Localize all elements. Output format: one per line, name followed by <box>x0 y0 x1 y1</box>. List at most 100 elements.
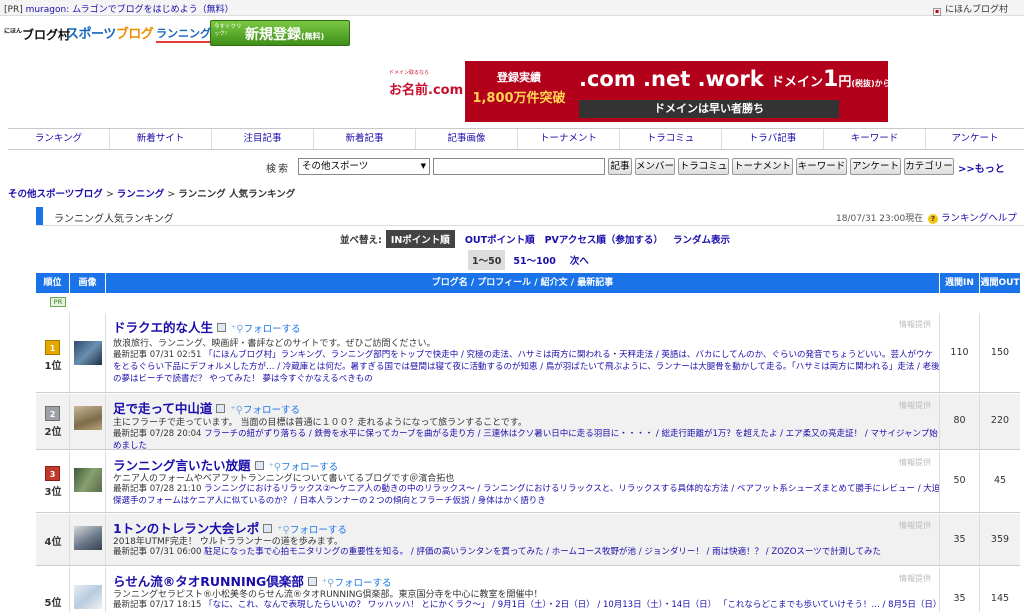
search-tracommu-button[interactable]: トラコミュ <box>678 158 729 175</box>
nav-keyword[interactable]: キーワード <box>824 129 926 149</box>
running-category-logo[interactable]: ランニング <box>156 25 211 43</box>
image-cell <box>70 313 106 392</box>
profile-icon[interactable] <box>254 461 264 470</box>
ad-domain-word: ドメイン <box>771 75 824 90</box>
pr-text[interactable]: muragon: ムラゴンでブログをはじめよう（無料） <box>26 5 234 15</box>
register-label: 新規登録 <box>245 27 301 43</box>
sports-logo-text: スポーツ <box>66 27 116 42</box>
search-survey-button[interactable]: アンケート <box>850 158 901 175</box>
logo-small-text: にほん <box>4 28 23 35</box>
blog-thumbnail[interactable] <box>74 468 102 492</box>
section-title: ランニング人気ランキング <box>54 214 174 225</box>
breadcrumb-separator: > <box>167 189 176 200</box>
blog-cell: 足で走って中山道 ⁺⚲フォローする 情報提供 主にフラーチで走っています。 当面の… <box>106 394 940 449</box>
sort-out-points[interactable]: OUTポイント順 <box>465 235 535 246</box>
blog-thumbnail[interactable] <box>74 585 102 609</box>
latest-label: 最新記事 <box>113 350 148 360</box>
follow-label: フォローする <box>243 324 301 335</box>
blog-thumbnail[interactable] <box>74 341 102 365</box>
nav-new-articles[interactable]: 新着記事 <box>314 129 416 149</box>
blog-village-logo[interactable]: にほんブログ村 <box>4 26 70 43</box>
nihon-blog-mura-label[interactable]: にほんブログ村 <box>945 5 1008 15</box>
sort-pv-access[interactable]: PVアクセス順（参加する） <box>545 235 663 246</box>
page-51-100[interactable]: 51〜100 <box>513 256 556 267</box>
search-tournament-button[interactable]: トーナメント <box>732 158 793 175</box>
ranking-help-label[interactable]: ランキングヘルプ <box>941 213 1017 224</box>
weekly-in-cell: 110 <box>940 313 980 392</box>
weekly-in-cell: 35 <box>940 567 980 612</box>
header-weekly-out[interactable]: 週間OUT <box>980 273 1020 293</box>
nav-survey[interactable]: アンケート <box>926 129 1024 149</box>
rank-label: 4位 <box>44 537 62 548</box>
profile-icon[interactable] <box>216 404 226 413</box>
nav-featured-articles[interactable]: 注目記事 <box>212 129 314 149</box>
nav-ranking[interactable]: ランキング <box>8 129 110 149</box>
header-logos: にほんブログ村 スポーツブログ ランニング 今すぐクリック! 新規登録(無料) <box>4 20 424 48</box>
category-select-value: その他スポーツ <box>302 161 369 172</box>
blog-title-row: ドラクエ的な人生 ⁺⚲フォローする <box>113 317 301 336</box>
breadcrumb-other-sports[interactable]: その他スポーツブログ <box>8 189 103 200</box>
bronze-medal-icon: 3 <box>45 466 60 481</box>
ad-brand-box: ドメイン取るなら お名前.com <box>383 61 465 122</box>
blog-thumbnail[interactable] <box>74 526 102 550</box>
sports-blog-logo[interactable]: スポーツブログ <box>66 23 154 42</box>
latest-article-links[interactable]: フラーチの紐がずり落ちる / 鉄骨を水平に保ってカーブを曲がる走り方 / 三連休… <box>113 429 938 449</box>
rank-label: 3位 <box>44 487 62 498</box>
blog-thumbnail[interactable] <box>74 406 102 430</box>
latest-article-links[interactable]: ランニングにおけるリラックス②〜ケニア人の動きの中のリラックス〜 / ランニング… <box>113 484 939 506</box>
follow-button[interactable]: ⁺⚲フォローする <box>231 324 301 335</box>
info-provided-label: 情報提供 <box>899 320 931 329</box>
weekly-out-cell: 150 <box>980 313 1020 392</box>
main-nav: ランキング 新着サイト 注目記事 新着記事 記事画像 トーナメント トラコミュ … <box>8 128 1024 150</box>
profile-icon[interactable] <box>263 524 273 533</box>
page-next[interactable]: 次へ <box>570 256 589 267</box>
rank-cell: 1 1位 <box>36 313 70 392</box>
blog-logo-text: ブログ <box>115 27 154 42</box>
latest-article-links[interactable]: 駐足になった事で心拍モニタリングの重要性を知る。 / 評価の高いランタンを買って… <box>204 547 881 557</box>
breadcrumb-running[interactable]: ランニング <box>117 189 165 200</box>
latest-date: 07/31 06:00 <box>149 547 202 557</box>
banner-ad[interactable]: ドメイン取るなら お名前.com 登録実績 1,800万件突破 .com .ne… <box>383 61 888 122</box>
nav-new-sites[interactable]: 新着サイト <box>110 129 212 149</box>
ad-achieve-count: 1,800万件突破 <box>472 91 566 106</box>
category-select[interactable]: その他スポーツ ▼ <box>298 158 430 175</box>
header-rank: 順位 <box>36 273 70 293</box>
rank-cell: 3 3位 <box>36 451 70 512</box>
image-cell <box>70 451 106 512</box>
nav-tracommu[interactable]: トラコミュ <box>620 129 722 149</box>
search-keyword-button[interactable]: キーワード <box>796 158 847 175</box>
search-input[interactable] <box>433 158 605 175</box>
nav-tournament[interactable]: トーナメント <box>518 129 620 149</box>
header-weekly-in[interactable]: 週間IN <box>940 273 980 293</box>
profile-icon[interactable] <box>307 577 317 586</box>
rank-cell: 2 2位 <box>36 394 70 449</box>
image-cell <box>70 567 106 612</box>
weekly-in-cell: 80 <box>940 394 980 449</box>
latest-article-links[interactable]: 「なに、これ、なんで表現したらいいの？ ワッハッハ！ とにかくラク〜」 / 9月… <box>204 600 939 610</box>
ranking-help-link[interactable]: ? ランキングヘルプ <box>928 210 1017 224</box>
search-members-button[interactable]: メンバー <box>635 158 675 175</box>
rank-label: 2位 <box>44 427 62 438</box>
blog-title-link[interactable]: 足で走って中山道 <box>113 401 212 416</box>
latest-date: 07/17 18:15 <box>149 600 202 610</box>
register-button[interactable]: 今すぐクリック! 新規登録(無料) <box>210 20 350 46</box>
image-cell <box>70 514 106 565</box>
logo-text: ブログ村 <box>22 28 71 42</box>
profile-icon[interactable] <box>217 323 227 332</box>
search-articles-button[interactable]: 記事 <box>608 158 632 175</box>
nihon-blog-mura-link[interactable]: ▪ にほんブログ村 <box>932 2 1008 16</box>
weekly-in-value: 50 <box>953 475 966 486</box>
ad-achieve-label: 登録実績 <box>497 71 541 84</box>
nav-trackback-articles[interactable]: トラバ記事 <box>722 129 824 149</box>
search-more-link[interactable]: >>もっと <box>958 160 1005 175</box>
blog-cell: 1トンのトレラン大会レポ ⁺⚲フォローする 情報提供 2018年UTMF完走！ ウ… <box>106 514 940 565</box>
pr-link[interactable]: [PR] muragon: ムラゴンでブログをはじめよう（無料） <box>4 2 234 15</box>
sort-in-points[interactable]: INポイント順 <box>385 230 455 248</box>
sort-random[interactable]: ランダム表示 <box>673 235 730 246</box>
blog-title-link[interactable]: ドラクエ的な人生 <box>113 320 213 335</box>
blog-cell: らせん流®タオRUNNING倶楽部 ⁺⚲フォローする 情報提供 ランニングセラピス… <box>106 567 940 612</box>
latest-article-links[interactable]: 「にほんブログ村」ランキング、ランニング部門をトップで快走中 / 究極の走法、ハ… <box>113 350 939 384</box>
search-category-button[interactable]: カテゴリー <box>904 158 954 175</box>
pr-tag: [PR] <box>4 5 23 15</box>
nav-article-images[interactable]: 記事画像 <box>416 129 518 149</box>
